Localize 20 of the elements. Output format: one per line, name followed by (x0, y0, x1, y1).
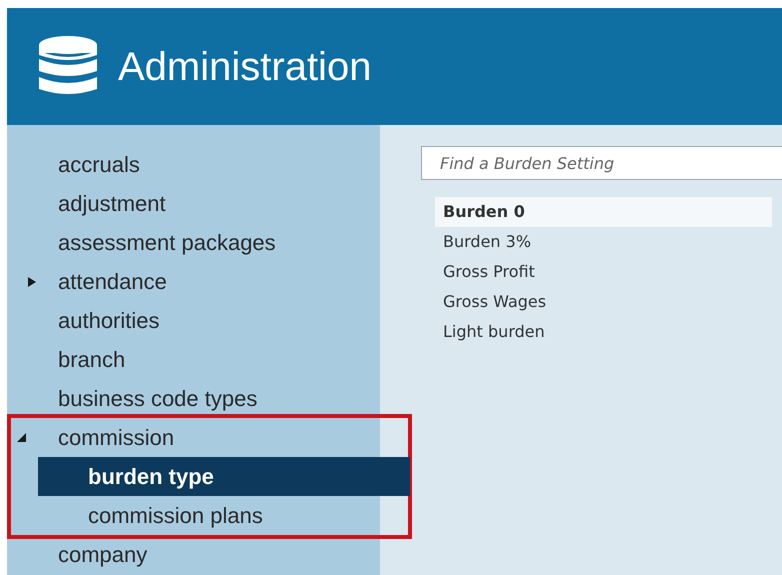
list-item[interactable]: Burden 0 (435, 197, 772, 227)
tree-item[interactable]: attendance (7, 262, 380, 301)
collapsed-arrow-icon[interactable] (27, 276, 37, 288)
page-title: Administration (118, 44, 372, 90)
tree-item[interactable]: business code types (7, 379, 380, 418)
expanded-arrow-icon[interactable] (17, 432, 27, 444)
list-item[interactable]: Burden 3% (435, 227, 772, 257)
tree-item[interactable]: accruals (7, 145, 380, 184)
tree-item[interactable]: assessment packages (7, 223, 380, 262)
search-field[interactable]: Find a Burden Setting (421, 146, 782, 180)
tree-item[interactable]: burden type (38, 457, 410, 496)
list-item[interactable]: Light burden (435, 317, 772, 347)
list-item[interactable]: Gross Profit (435, 257, 772, 287)
tree-item[interactable]: branch (7, 340, 380, 379)
tree-item[interactable]: commission (7, 418, 412, 457)
tree-item[interactable]: company (7, 535, 380, 574)
tree-item[interactable]: authorities (7, 301, 380, 340)
list-item[interactable]: Gross Wages (435, 287, 772, 317)
tree-item[interactable]: adjustment (7, 184, 380, 223)
tree-item[interactable]: commission plans (7, 496, 412, 535)
